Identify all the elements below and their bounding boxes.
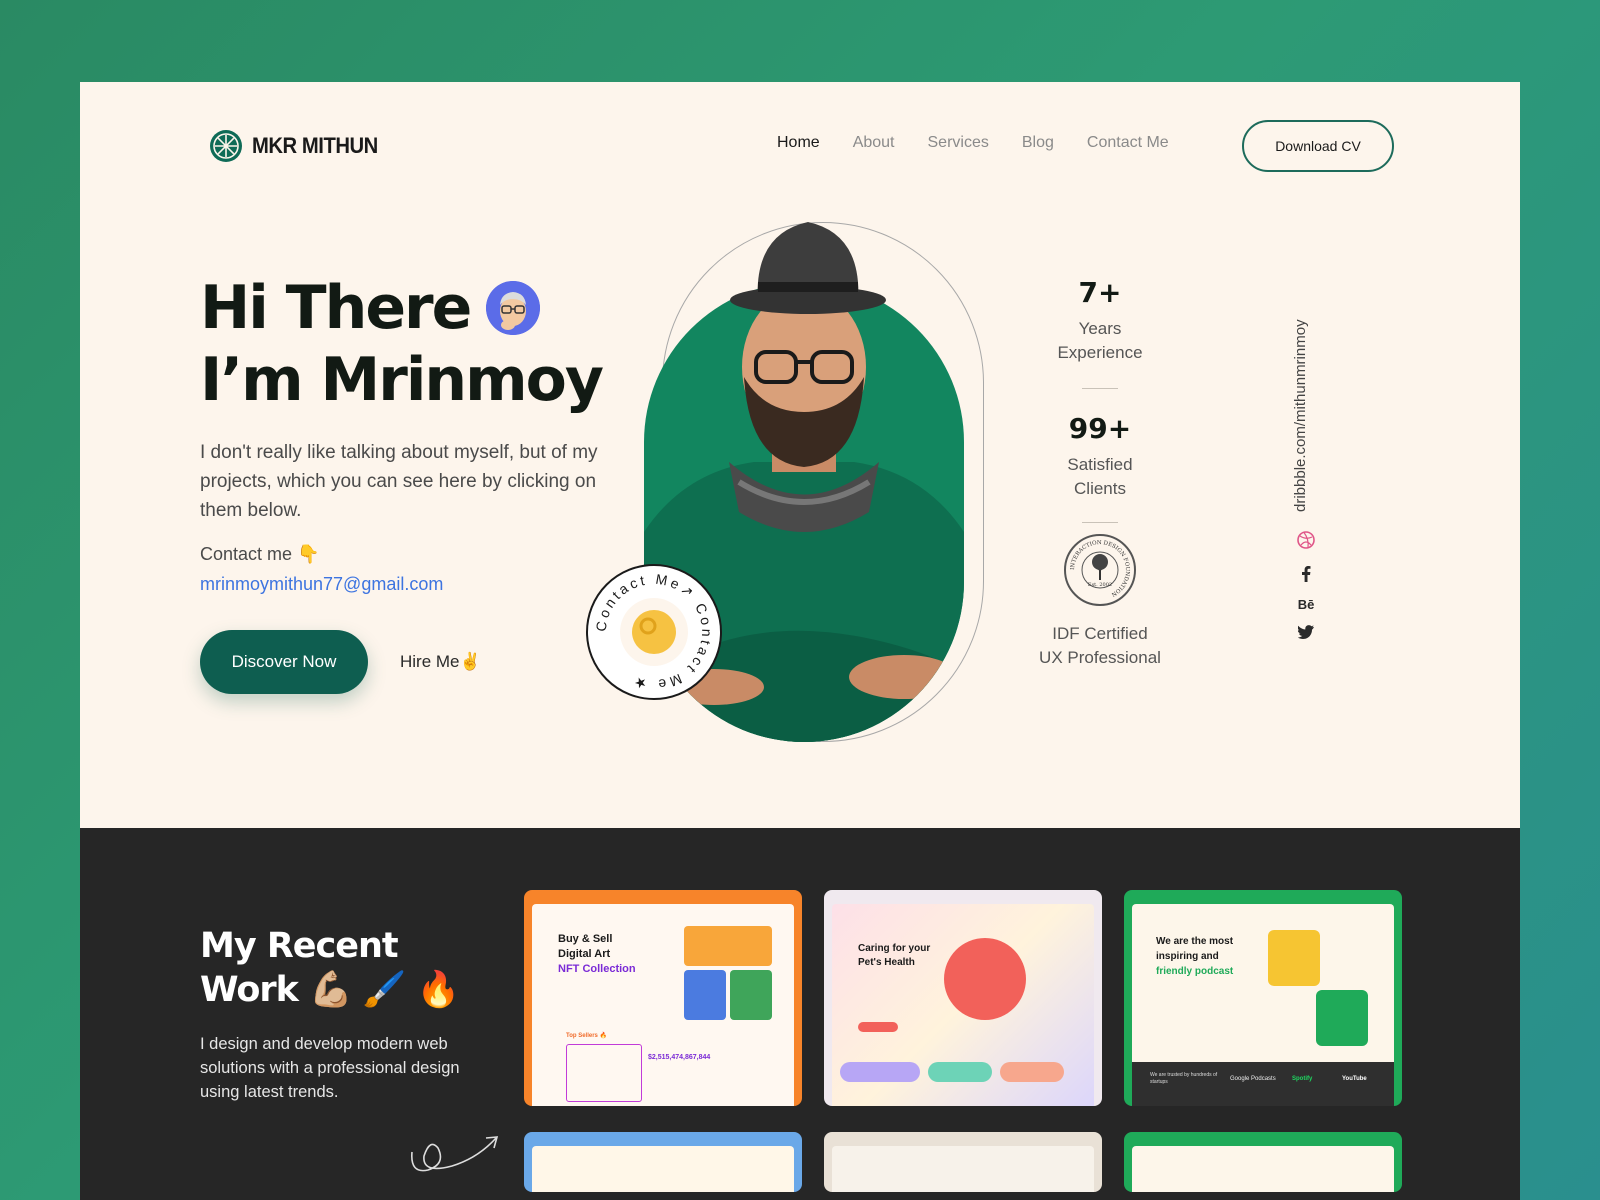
hire-me-link[interactable]: Hire Me✌ [400, 652, 481, 672]
contact-me-badge[interactable]: Contact Me↗ Contact Me ★ [586, 564, 722, 700]
podcast-logo-google: Google Podcasts [1230, 1076, 1276, 1082]
pets-heading-1: Caring for your [858, 943, 931, 954]
stat-experience-label-1: Years [1078, 319, 1122, 338]
twitter-icon[interactable] [1294, 622, 1318, 642]
email-link[interactable]: mrinmoymithun77@gmail.com [200, 574, 443, 595]
recent-work-title-1: My Recent [200, 926, 399, 966]
work-card-podcast[interactable]: We are the most inspiring and friendly p… [1124, 890, 1402, 1106]
podcast-footer: We are trusted by hundreds of startups [1150, 1072, 1218, 1085]
podcast-heading-2: inspiring and [1156, 951, 1219, 962]
nft-heading-1: Buy & Sell [558, 933, 613, 945]
nft-heading-2: Digital Art [558, 948, 611, 960]
download-cv-button[interactable]: Download CV [1242, 120, 1394, 172]
headline-line-1: Hi There [200, 273, 472, 343]
podcast-logo-spotify: Spotify [1292, 1076, 1313, 1082]
dribbble-icon[interactable] [1294, 530, 1318, 550]
hero-section: MKR MITHUN Home About Services Blog Cont… [80, 82, 1520, 828]
contact-label: Contact me 👇 [200, 544, 320, 564]
work-card-peek-1[interactable] [524, 1132, 802, 1192]
seal-year: Est. 2002 [1088, 582, 1112, 588]
portfolio-page: MKR MITHUN Home About Services Blog Cont… [80, 82, 1520, 1200]
work-card-peek-2[interactable] [824, 1132, 1102, 1192]
memoji-thinking-icon [486, 281, 541, 335]
curly-arrow-icon [411, 1136, 499, 1172]
recent-work-description: I design and develop modern web solution… [200, 1035, 460, 1101]
nav-services[interactable]: Services [928, 134, 989, 152]
main-nav: Home About Services Blog Contact Me [777, 134, 1169, 152]
stat-experience-value: 7+ [1078, 276, 1122, 309]
recent-work-title: My Recent Work 💪🏼 🖌️ 🔥 [200, 924, 460, 1012]
dribbble-url[interactable]: dribbble.com/mithunmrinmoy [1292, 319, 1309, 512]
pets-heading-2: Pet's Health [858, 957, 915, 968]
facebook-icon[interactable] [1294, 564, 1318, 584]
logo-icon [210, 130, 242, 162]
discover-now-button[interactable]: Discover Now [200, 630, 368, 694]
certification-label-1: IDF Certified [1052, 624, 1148, 643]
nav-home[interactable]: Home [777, 134, 820, 152]
nft-value: $2,515,474,867,844 [648, 1054, 711, 1061]
nav-blog[interactable]: Blog [1022, 134, 1054, 152]
podcast-logo-youtube: YouTube [1342, 1076, 1367, 1082]
stat-clients-value: 99+ [1068, 412, 1132, 445]
certification-label-2: UX Professional [1039, 648, 1161, 667]
hero-intro: I don't really like talking about myself… [200, 442, 598, 521]
nav-contact[interactable]: Contact Me [1087, 134, 1169, 152]
certification-label: IDF Certified UX Professional [1020, 622, 1180, 670]
stat-divider [1082, 388, 1118, 389]
stat-experience-label-2: Experience [1057, 343, 1143, 362]
work-card-peek-3[interactable] [1124, 1132, 1402, 1192]
idf-seal-icon: INTERACTION DESIGN FOUNDATION Est. 2002 [1064, 534, 1136, 606]
work-card-nft[interactable]: Buy & Sell Digital Art NFT Collection To… [524, 890, 802, 1106]
podcast-heading-1: We are the most [1156, 936, 1234, 947]
podcast-heading-3: friendly podcast [1156, 966, 1234, 977]
headline-line-2: I’m Mrinmoy [200, 345, 604, 415]
behance-icon[interactable]: Bē [1294, 594, 1318, 614]
nav-about[interactable]: About [853, 134, 895, 152]
recent-work-title-2: Work 💪🏼 🖌️ 🔥 [200, 970, 460, 1010]
recent-work-section: My Recent Work 💪🏼 🖌️ 🔥 I design and deve… [80, 828, 1520, 1200]
work-card-pets[interactable]: Caring for your Pet's Health [824, 890, 1102, 1106]
nft-heading-3: NFT Collection [558, 963, 636, 975]
stat-clients: 99+ Satisfied Clients [1020, 412, 1180, 501]
stat-experience: 7+ Years Experience [1020, 276, 1180, 365]
nft-top-sellers: Top Sellers 🔥 [566, 1033, 608, 1039]
stat-clients-label-1: Satisfied [1067, 455, 1133, 474]
stat-clients-label-2: Clients [1074, 479, 1126, 498]
brand-name: MKR MITHUN [252, 133, 378, 158]
brand-logo[interactable]: MKR MITHUN [210, 130, 389, 162]
hero-headline: Hi There I’m Mrinmoy [200, 272, 604, 416]
stat-divider [1082, 522, 1118, 523]
